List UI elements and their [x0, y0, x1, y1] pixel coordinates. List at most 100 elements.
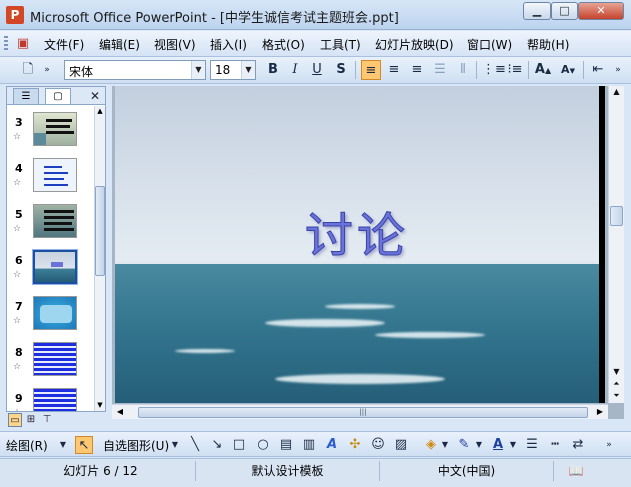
menu-slideshow[interactable]: 幻灯片放映(D) [375, 36, 454, 53]
arrow-style-icon[interactable]: ⇄ [569, 436, 587, 454]
bold-button[interactable]: B [263, 60, 283, 80]
previous-slide-icon[interactable]: ⏶ [609, 378, 624, 390]
star-icon: ☆ [13, 178, 22, 188]
slide-sorter-view-icon[interactable]: ⊞ [24, 413, 38, 427]
star-icon: ☆ [13, 224, 22, 234]
menu-tools[interactable]: 工具(T) [320, 36, 361, 53]
chevron-down-icon[interactable]: ▼ [58, 436, 68, 454]
distribute-columns-button[interactable]: ⦀ [453, 60, 473, 80]
chevron-down-icon[interactable]: ▼ [170, 436, 180, 454]
star-icon: ☆ [13, 316, 22, 326]
chevron-down-icon[interactable]: ▼ [474, 436, 484, 454]
slide-thumbnail-selected[interactable]: 6 ☆ [7, 249, 93, 296]
dash-style-icon[interactable]: ┅ [546, 436, 564, 454]
scrollbar-thumb[interactable]: ||| [138, 407, 588, 418]
font-name-combo[interactable]: 宋体 ▼ [64, 60, 206, 80]
slides-pane-scrollbar[interactable]: ▲ ▼ [94, 106, 105, 411]
arrow-tool-icon[interactable]: ↘ [208, 436, 226, 454]
slide-thumbnail[interactable]: 3 ☆ [7, 112, 93, 158]
line-tool-icon[interactable]: ╲ [186, 436, 204, 454]
slide-thumbnail[interactable]: 5 ☆ [7, 204, 93, 250]
decrease-indent-button[interactable]: ⇤ [588, 60, 608, 80]
language-status: 中文(中国) [380, 461, 554, 481]
scrollbar-thumb[interactable] [95, 186, 105, 276]
text-box-icon[interactable]: ▤ [277, 436, 295, 454]
italic-button[interactable]: I [285, 60, 305, 80]
slideshow-view-icon[interactable]: ⊤ [40, 413, 54, 427]
align-center-button[interactable]: ≡ [384, 60, 404, 80]
diagram-icon[interactable]: ✣ [346, 436, 364, 454]
slide-number: 9 [15, 392, 23, 405]
toolbar-separator [476, 61, 477, 79]
vertical-text-box-icon[interactable]: ▥ [300, 436, 318, 454]
scroll-left-arrow-icon[interactable]: ◀ [114, 406, 126, 418]
font-size-combo[interactable]: 18 ▼ [210, 60, 256, 80]
select-objects-icon[interactable]: ↖ [75, 436, 93, 454]
menu-format[interactable]: 格式(O) [262, 36, 305, 53]
outline-tab[interactable]: ☰ [13, 88, 39, 104]
new-document-icon[interactable]: 🗋 [18, 60, 38, 80]
align-left-button[interactable]: ≡ [361, 60, 381, 80]
wave-crest [325, 304, 395, 309]
chevron-down-icon[interactable]: ▼ [508, 436, 518, 454]
toolbar-options-chevron-icon[interactable]: » [40, 60, 54, 80]
oval-tool-icon[interactable]: ○ [254, 436, 272, 454]
menu-window[interactable]: 窗口(W) [467, 36, 512, 53]
slide-thumbnail[interactable]: 7 ☆ [7, 296, 93, 342]
align-right-button[interactable]: ≡ [407, 60, 427, 80]
slides-tab[interactable]: ▢ [45, 88, 71, 104]
scroll-down-arrow-icon[interactable]: ▼ [95, 400, 105, 410]
scroll-up-arrow-icon[interactable]: ▲ [95, 106, 105, 116]
chevron-down-icon[interactable]: ▼ [241, 61, 255, 79]
slide-title-text[interactable]: 讨论 [115, 196, 599, 266]
rectangle-tool-icon[interactable]: □ [230, 436, 248, 454]
font-color-icon[interactable]: A [489, 436, 507, 454]
slide-horizontal-scrollbar[interactable]: ◀ ||| ▶ [112, 404, 608, 419]
bullet-list-button[interactable]: ⁝≡ [505, 60, 525, 80]
next-slide-icon[interactable]: ⏷ [609, 390, 624, 402]
menu-view[interactable]: 视图(V) [154, 36, 196, 53]
chevron-down-icon[interactable]: ▼ [440, 436, 450, 454]
increase-font-size-button[interactable]: A▲ [533, 60, 553, 80]
slide-thumbnail[interactable]: 4 ☆ [7, 158, 93, 204]
menu-edit[interactable]: 编辑(E) [99, 36, 140, 53]
text-shadow-button[interactable]: S [331, 60, 351, 80]
fill-color-icon[interactable]: ◈ [422, 436, 440, 454]
draw-menu-button[interactable]: 绘图(R) [6, 437, 48, 454]
toolbar-options-chevron-icon[interactable]: » [602, 436, 616, 454]
normal-view-icon[interactable]: ▭ [8, 413, 22, 427]
menu-insert[interactable]: 插入(I) [210, 36, 247, 53]
slide-thumbnail[interactable]: 8 ☆ [7, 342, 93, 388]
slide-vertical-scrollbar[interactable]: ▲ ▼ ⏶ ⏷ [608, 86, 624, 403]
spelling-check-icon[interactable]: 📖 [556, 461, 596, 481]
maximize-button[interactable]: □ [551, 2, 578, 20]
toolbar-options-chevron-icon[interactable]: » [611, 60, 625, 80]
line-color-icon[interactable]: ✎ [455, 436, 473, 454]
chevron-down-icon[interactable]: ▼ [191, 61, 205, 79]
toolbar-grip[interactable] [4, 36, 8, 52]
slide-thumbnail-image [33, 158, 77, 192]
autoshapes-menu-button[interactable]: 自选图形(U) [103, 437, 169, 454]
document-icon[interactable]: ▣ [13, 35, 33, 53]
menu-help[interactable]: 帮助(H) [527, 36, 569, 53]
scroll-right-arrow-icon[interactable]: ▶ [594, 406, 606, 418]
scroll-up-arrow-icon[interactable]: ▲ [609, 86, 624, 98]
slide-canvas[interactable]: 讨论 [115, 86, 599, 403]
numbered-list-button[interactable]: ⋮≡ [482, 60, 506, 80]
minimize-button[interactable]: ▁ [523, 2, 551, 20]
decrease-font-size-button[interactable]: A▼ [558, 60, 578, 80]
sea-background-image [115, 264, 599, 403]
clip-art-icon[interactable]: ☺ [369, 436, 387, 454]
menu-file[interactable]: 文件(F) [44, 36, 84, 53]
justify-button[interactable]: ☰ [430, 60, 450, 80]
scroll-down-arrow-icon[interactable]: ▼ [609, 366, 624, 378]
slide-thumbnail[interactable]: 9 ☆ [7, 388, 93, 411]
scrollbar-thumb[interactable] [610, 206, 623, 226]
underline-button[interactable]: U [307, 60, 327, 80]
insert-picture-icon[interactable]: ▨ [392, 436, 410, 454]
line-style-icon[interactable]: ☰ [523, 436, 541, 454]
slide-thumbnail-image [33, 342, 77, 376]
wordart-icon[interactable]: A [323, 436, 341, 454]
close-icon[interactable]: ✕ [87, 88, 103, 104]
close-button[interactable]: ✕ [578, 2, 624, 20]
